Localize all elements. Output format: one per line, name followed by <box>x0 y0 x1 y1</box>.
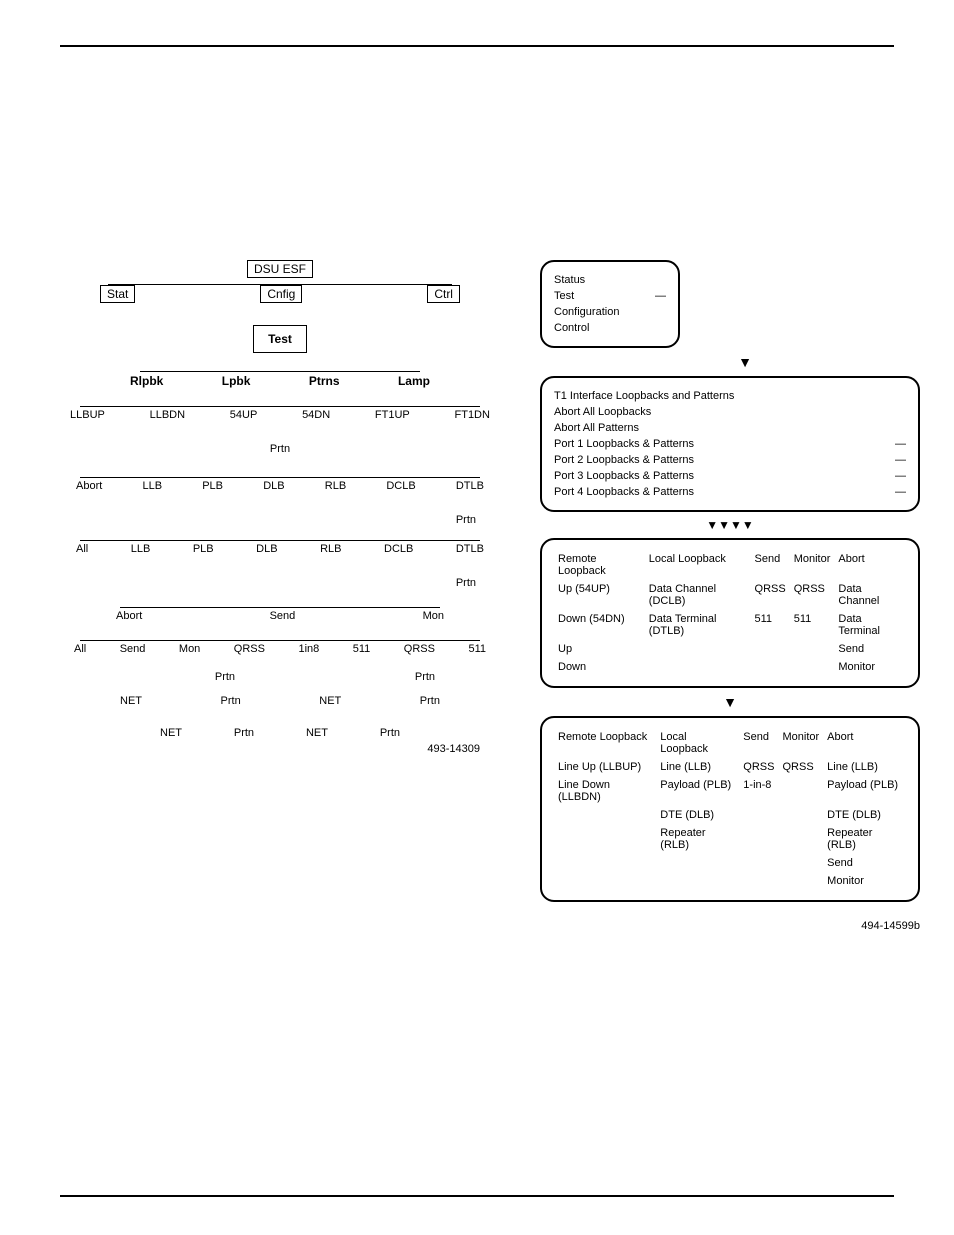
leaf-prtn: Prtn <box>456 577 476 589</box>
leaf: LLB <box>131 543 151 555</box>
node-lamp: Lamp <box>398 374 430 388</box>
leaf: RLB <box>325 480 346 492</box>
node-ctrl: Ctrl <box>427 285 460 303</box>
line: Port 4 Loopbacks & Patterns— <box>554 484 906 500</box>
leaf-prtn: Prtn <box>270 443 290 455</box>
table-row: Monitor <box>554 872 906 890</box>
root-node: DSU ESF <box>247 260 313 278</box>
leaf-prtn: Prtn <box>415 671 435 683</box>
leaf: All <box>74 643 86 655</box>
node-rlpbk: Rlpbk <box>130 374 163 388</box>
leaf: QRSS <box>234 643 265 655</box>
leaf: 511 <box>353 643 371 655</box>
leaf: 54DN <box>302 409 330 421</box>
table-row: Down (54DN)Data Terminal (DTLB)511511Dat… <box>554 610 906 640</box>
leaf: PLB <box>193 543 214 555</box>
leaf: DCLB <box>386 480 415 492</box>
arrow-down-icon: ▼ <box>540 694 920 710</box>
node-lpbk: Lpbk <box>222 374 251 388</box>
leaf: DTLB <box>456 480 484 492</box>
line: Port 2 Loopbacks & Patterns— <box>554 452 906 468</box>
leaf-prtn: Prtn <box>456 514 476 526</box>
arrow-down-icon: ▼▼▼▼ <box>540 518 920 532</box>
line: Status <box>554 272 666 288</box>
leaf: QRSS <box>404 643 435 655</box>
line: Control <box>554 320 666 336</box>
leaf: DLB <box>256 543 277 555</box>
rule-top <box>60 45 894 47</box>
leaf: LLBDN <box>150 409 185 421</box>
line: Configuration <box>554 304 666 320</box>
leaf: LLB <box>142 480 162 492</box>
leaf: NET <box>160 727 182 739</box>
rule-bottom <box>60 1195 894 1197</box>
table-row: Remote LoopbackLocal LoopbackSendMonitor… <box>554 728 906 758</box>
leaf: RLB <box>320 543 341 555</box>
leaf: DTLB <box>456 543 484 555</box>
table-row: Line Down (LLBDN)Payload (PLB)1-in-8Payl… <box>554 776 906 806</box>
table-row: Line Up (LLBUP)Line (LLB)QRSSQRSSLine (L… <box>554 758 906 776</box>
figure-number-left: 493-14309 <box>80 743 480 755</box>
leaf: Prtn <box>380 727 400 739</box>
leaf: FT1DN <box>455 409 490 421</box>
table-row: Remote LoopbackLocal LoopbackSendMonitor… <box>554 550 906 580</box>
menu-tree-diagram: DSU ESF Stat Cnfig Ctrl Test Rlpbk Lpbk … <box>80 260 480 755</box>
leaf: NET <box>319 695 341 707</box>
leaf: 511 <box>468 643 486 655</box>
leaf: FT1UP <box>375 409 410 421</box>
leaf: Prtn <box>420 695 440 707</box>
flow-box-4: Remote LoopbackLocal LoopbackSendMonitor… <box>540 716 920 902</box>
leaf: Abort <box>76 480 102 492</box>
leaf: PLB <box>202 480 223 492</box>
node-stat: Stat <box>100 285 135 303</box>
node-mon: Mon <box>423 610 444 622</box>
node-send: Send <box>270 610 296 622</box>
node-abort: Abort <box>116 610 142 622</box>
arrow-down-icon: ▼ <box>570 354 920 370</box>
table-row: Send <box>554 854 906 872</box>
leaf: NET <box>120 695 142 707</box>
line: Port 1 Loopbacks & Patterns— <box>554 436 906 452</box>
table-row: DTE (DLB)DTE (DLB) <box>554 806 906 824</box>
line: Abort All Loopbacks <box>554 404 906 420</box>
flow-diagram: Status Test— Configuration Control ▼ T1 … <box>540 260 920 932</box>
line: Port 3 Loopbacks & Patterns— <box>554 468 906 484</box>
leaf: NET <box>306 727 328 739</box>
leaf: 54UP <box>230 409 258 421</box>
leaf: DLB <box>263 480 284 492</box>
line: Test— <box>554 288 666 304</box>
node-cnfig: Cnfig <box>260 285 302 303</box>
line: Abort All Patterns <box>554 420 906 436</box>
leaf: Prtn <box>221 695 241 707</box>
node-test: Test <box>253 325 307 353</box>
table-row: DownMonitor <box>554 658 906 676</box>
leaf: All <box>76 543 88 555</box>
table-row: UpSend <box>554 640 906 658</box>
leaf-prtn: Prtn <box>215 671 235 683</box>
line: T1 Interface Loopbacks and Patterns <box>554 388 906 404</box>
node-ptrns: Ptrns <box>309 374 340 388</box>
leaf: LLBUP <box>70 409 105 421</box>
table-row: Repeater (RLB)Repeater (RLB) <box>554 824 906 854</box>
flow-box-2: T1 Interface Loopbacks and Patterns Abor… <box>540 376 920 512</box>
leaf: Send <box>120 643 146 655</box>
flow-box-1: Status Test— Configuration Control <box>540 260 680 348</box>
leaf: Prtn <box>234 727 254 739</box>
flow-box-3: Remote LoopbackLocal LoopbackSendMonitor… <box>540 538 920 688</box>
leaf: 1in8 <box>298 643 319 655</box>
figure-number-right: 494-14599b <box>540 920 920 932</box>
leaf: DCLB <box>384 543 413 555</box>
table-row: Up (54UP)Data Channel (DCLB)QRSSQRSSData… <box>554 580 906 610</box>
leaf: Mon <box>179 643 200 655</box>
